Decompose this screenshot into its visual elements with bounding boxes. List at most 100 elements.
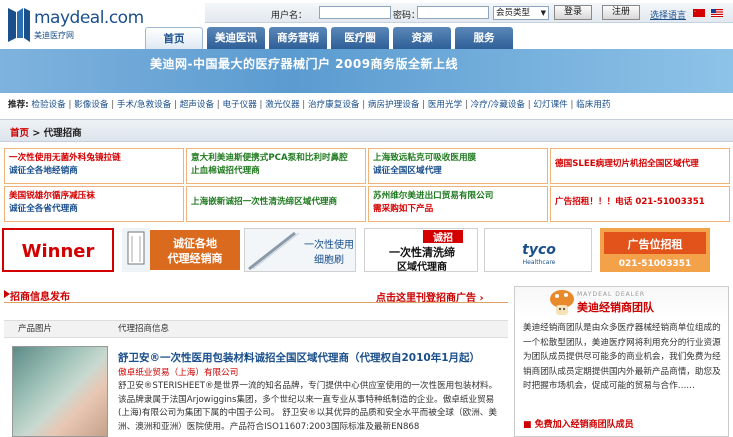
agent-line2: 代理经销商 — [167, 251, 223, 265]
rec-item[interactable]: 幻灯课件 — [533, 100, 567, 110]
ad-cell[interactable]: 意大利美迪斯便携式PCA泵和比利时鼻腔 止血棉诚招代理商 — [186, 148, 366, 184]
listing-company[interactable]: 傲卓纸业贸易（上海）有限公司 — [118, 366, 238, 378]
mushroom-mascot-icon — [550, 290, 574, 315]
ad-line: 诚征全国区域代理 — [373, 166, 442, 176]
join-dealer-link[interactable]: ■ 免费加入经销商团队成员 — [523, 417, 634, 430]
rec-item[interactable]: 影像设备 — [74, 100, 108, 110]
rec-item[interactable]: 激光仪器 — [265, 100, 299, 110]
listing-title[interactable]: 舒卫安®一次性医用包装材料诚招全国区域代理商（代理权自2010年1月起） — [118, 350, 480, 365]
ad-line: 需采购如下产品 — [373, 204, 434, 214]
adrent-line2: 021-51003351 — [619, 259, 692, 269]
logo-banners: Winner 诚征各地 代理经销商 一次性使用 细胞刷 诚招 一次性清洗缔 区域 — [2, 228, 731, 274]
winner-banner[interactable]: Winner — [2, 228, 114, 272]
us-flag-icon[interactable] — [711, 9, 723, 17]
brush-line1: 一次性使用 — [304, 238, 354, 251]
dealer-team-header: MAYDEAL DEALER 美迪经销商团队 — [515, 287, 728, 317]
ad-line: 广告招租！！！电话 021-51003351 — [555, 197, 705, 207]
dealer-team-subtitle: MAYDEAL DEALER — [577, 291, 646, 298]
chevron-down-icon: ▼ — [540, 9, 546, 17]
col-product-image: 产品图片 — [18, 324, 53, 334]
logo-text: maydeal.com — [34, 8, 144, 28]
china-flag-icon[interactable] — [693, 9, 705, 17]
ad-cell[interactable]: 上海致远粘克可吸收医用膜 诚征全国区域代理 — [368, 148, 548, 184]
recruit-line1: 诚招 — [433, 231, 453, 244]
tyco-banner[interactable]: tyco Healthcare — [484, 228, 592, 272]
listing-description: 舒卫安®STERISHEET®是世界一流的知名品牌，专门提供中心供应室使用的一次… — [118, 381, 498, 432]
ad-cell[interactable]: 一次性使用无菌外科兔镜拉链 诚征全各地经销商 — [4, 148, 184, 184]
ad-line: 一次性使用无菌外科兔镜拉链 — [9, 153, 121, 163]
winner-logo-icon: Winner — [22, 241, 95, 262]
tab-marketing[interactable]: 商务营销 — [269, 27, 327, 49]
rec-item[interactable]: 检验设备 — [31, 100, 65, 110]
ad-cell[interactable]: 上海嵌新诚招一次性清洗缔区域代理商 — [186, 186, 366, 222]
breadcrumb-current: > 代理招商 — [32, 128, 82, 139]
recruit-line3: 区域代理商 — [397, 260, 447, 272]
brush-banner-art: 一次性使用 细胞刷 — [245, 229, 355, 271]
rec-item[interactable]: 手术/急救设备 — [117, 100, 171, 110]
recruit-banner[interactable]: 诚招 一次性清洗缔 区域代理商 — [364, 228, 478, 272]
ad-line: 德国SLEE病理切片机招全国区域代理 — [555, 159, 699, 169]
rec-item[interactable]: 医用光学 — [428, 100, 462, 110]
ad-cell[interactable]: 德国SLEE病理切片机招全国区域代理 — [550, 148, 730, 184]
rec-item[interactable]: 治疗康复设备 — [308, 100, 360, 110]
breadcrumb-home[interactable]: 首页 — [10, 128, 29, 139]
tab-home[interactable]: 首页 — [145, 27, 203, 49]
col-agent-info: 代理招商信息 — [118, 324, 170, 334]
header: maydeal.com 美迪医疗网 用户名： 密码： 会员类型 ▼ 登录 注册 选… — [0, 0, 733, 50]
product-image[interactable] — [12, 346, 108, 437]
ad-line: 止血棉诚招代理商 — [191, 166, 260, 176]
tab-news[interactable]: 美迪医讯 — [207, 27, 265, 49]
register-button[interactable]: 注册 — [602, 5, 640, 20]
ad-grid: 一次性使用无菌外科兔镜拉链 诚征全各地经销商 意大利美迪斯便携式PCA泵和比利时… — [4, 148, 730, 222]
logo-mark-icon — [8, 8, 30, 42]
section-divider — [4, 302, 508, 303]
rec-item[interactable]: 临床用药 — [576, 100, 610, 110]
agent-banner[interactable]: 诚征各地 代理经销商 — [122, 228, 240, 272]
password-input[interactable] — [417, 6, 489, 19]
brush-banner[interactable]: 一次性使用 细胞刷 — [244, 228, 356, 272]
dealer-team-text: 美迪经销商团队是由众多医疗器械经销商单位组成的一个松散型团队，美迪医疗网将利用充… — [523, 323, 721, 391]
login-button[interactable]: 登录 — [554, 5, 592, 20]
tab-medical-circle[interactable]: 医疗圈 — [331, 27, 389, 49]
dealer-team-title: 美迪经销商团队 — [577, 301, 654, 314]
banner-text: 美迪网-中国最大的医疗器械门户 2009商务版全新上线 — [150, 57, 459, 71]
username-label: 用户名： — [271, 11, 308, 21]
recruit-banner-art: 诚招 一次性清洗缔 区域代理商 — [365, 229, 477, 272]
ad-cell[interactable]: 苏州维尔美进出口贸易有限公司 需采购如下产品 — [368, 186, 548, 222]
breadcrumb-bar: 首页 > 代理招商 — [0, 119, 733, 142]
agent-line1: 诚征各地 — [173, 236, 217, 250]
adrent-banner-art: 广告位招租 021-51003351 — [600, 228, 710, 272]
language-link[interactable]: 选择语言 — [650, 8, 686, 21]
list-header: 产品图片 代理招商信息 — [4, 320, 508, 338]
ad-cell[interactable]: 美国锐雄尔循序减压袜 诚征全各省代理商 — [4, 186, 184, 222]
rec-item[interactable]: 超声设备 — [180, 100, 214, 110]
recommend-label: 推荐: — [8, 100, 29, 110]
ad-line: 上海嵌新诚招一次性清洗缔区域代理商 — [191, 197, 338, 207]
recommend-bar: 推荐: 检验设备 | 影像设备 | 手术/急救设备 | 超声设备 | 电子仪器 … — [8, 100, 611, 110]
username-input[interactable] — [319, 6, 391, 19]
recruit-line2: 一次性清洗缔 — [389, 245, 455, 259]
rec-item[interactable]: 电子仪器 — [222, 100, 256, 110]
ad-line: 意大利美迪斯便携式PCA泵和比利时鼻腔 — [191, 153, 348, 163]
tyco-sub: Healthcare — [523, 259, 556, 266]
adrent-line1: 广告位招租 — [628, 237, 683, 251]
adrent-banner[interactable]: 广告位招租 021-51003351 — [600, 228, 710, 272]
rec-item[interactable]: 冷疗/冷藏设备 — [471, 100, 525, 110]
ad-line: 美国锐雄尔循序减压袜 — [9, 191, 95, 201]
tab-services[interactable]: 服务 — [455, 27, 513, 49]
tab-resources[interactable]: 资源 — [393, 27, 451, 49]
logo-subtitle: 美迪医疗网 — [34, 31, 74, 40]
site-logo[interactable]: maydeal.com 美迪医疗网 — [8, 6, 144, 46]
ad-line: 上海致远粘克可吸收医用膜 — [373, 153, 477, 163]
ad-cell[interactable]: 广告招租！！！电话 021-51003351 — [550, 186, 730, 222]
hero-banner[interactable]: 美迪网-中国最大的医疗器械门户 2009商务版全新上线 — [0, 49, 733, 142]
password-label: 密码： — [393, 11, 421, 21]
member-type-value: 会员类型 — [496, 8, 531, 18]
brush-line2: 细胞刷 — [314, 253, 344, 266]
tyco-name: tyco — [522, 242, 556, 258]
agent-banner-art: 诚征各地 代理经销商 — [122, 228, 240, 272]
breadcrumb: 首页 > 代理招商 — [10, 125, 82, 139]
ad-line: 诚征全各省代理商 — [9, 204, 78, 214]
rec-item[interactable]: 病房护理设备 — [368, 100, 420, 110]
member-type-select[interactable]: 会员类型 ▼ — [493, 6, 549, 20]
